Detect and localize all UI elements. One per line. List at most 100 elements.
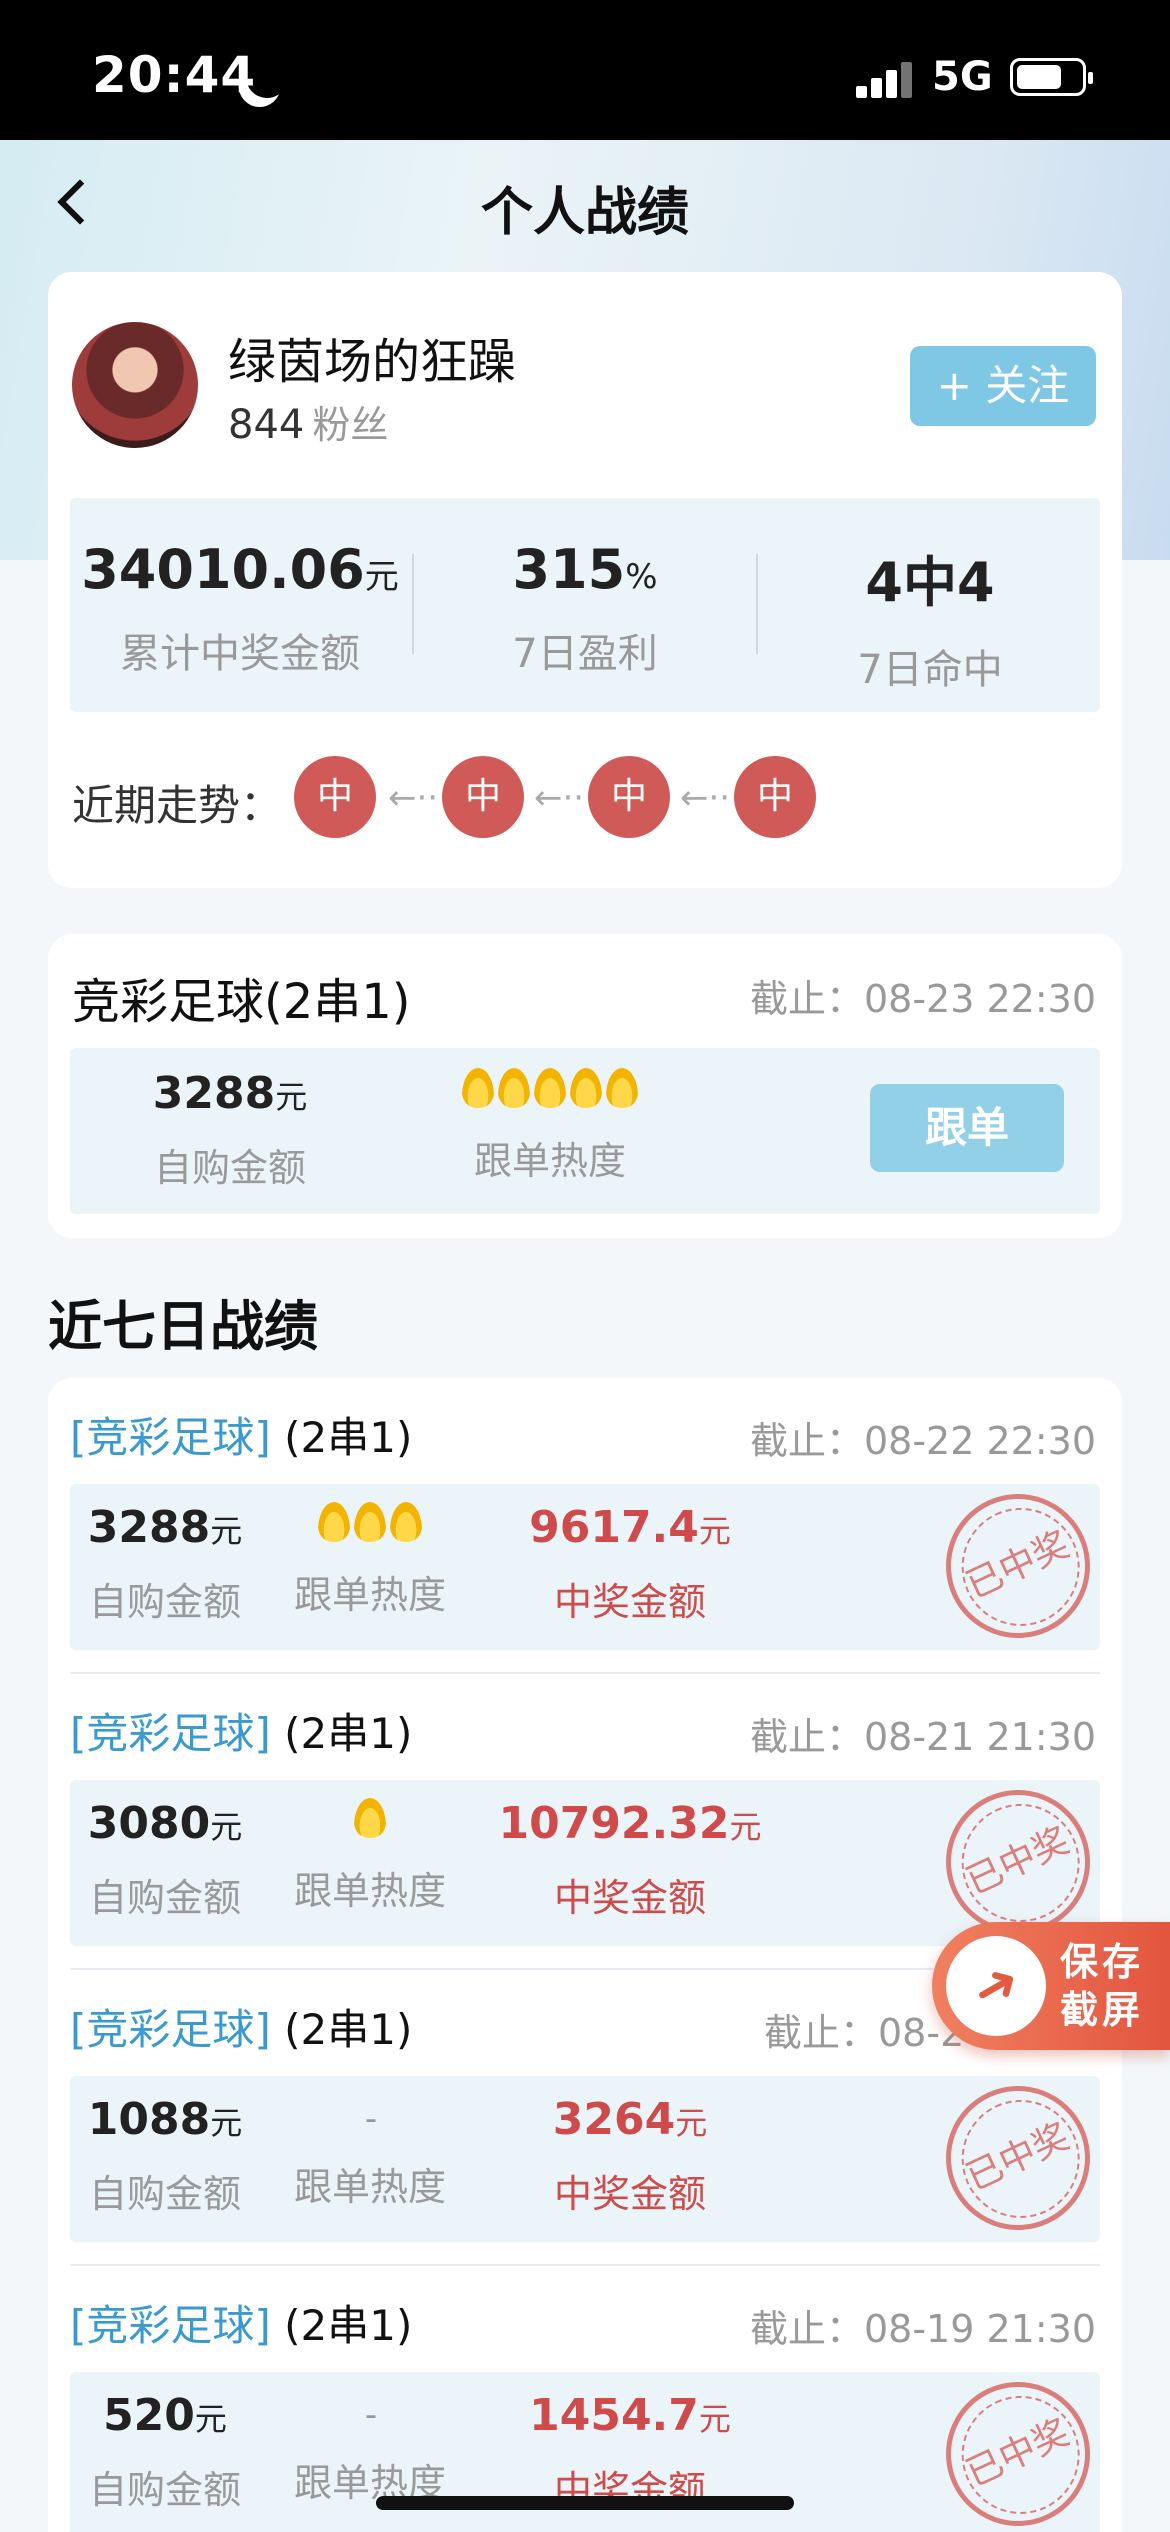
- record-title: [竞彩足球] (2串1): [70, 1996, 412, 2057]
- flame-icon: [390, 1502, 422, 1542]
- record-title: [竞彩足球] (2串1): [70, 1404, 412, 1465]
- amount-label: 自购金额: [88, 2468, 241, 2512]
- home-indicator: [376, 2496, 794, 2510]
- arrow-left-icon: ←··: [388, 778, 439, 818]
- profile-card: 绿茵场的狂躁 844 粉丝 + 关注 34010.06元 累计中奖金额 315% …: [48, 272, 1122, 888]
- win-value: 1454.7: [529, 2390, 699, 2441]
- battery-icon: [1010, 58, 1093, 96]
- winning-stamp: 已中奖: [922, 2358, 1114, 2532]
- flame-icon: [318, 1502, 350, 1542]
- stat-label: 累计中奖金额: [120, 631, 360, 677]
- stat-divider: [756, 554, 758, 654]
- record-tag: [竞彩足球]: [70, 2301, 271, 2350]
- record-deadline: 截止：08-19 21:30: [749, 2307, 1096, 2351]
- follow-heat: 跟单热度: [250, 1502, 490, 1619]
- record-title: [竞彩足球] (2串1): [70, 2292, 412, 2353]
- flame-icon: [354, 1798, 386, 1838]
- record-type: (2串1): [284, 1709, 413, 1758]
- amount-value: 3288: [152, 1068, 276, 1119]
- flame-icon: [534, 1068, 566, 1108]
- record-title: [竞彩足球] (2串1): [70, 1700, 412, 1761]
- purchase-amount: 3288元 自购金额: [130, 1068, 330, 1192]
- list-item[interactable]: [竞彩足球] (2串1) 截止：08-21 21:30 3080元 自购金额 跟…: [48, 1674, 1122, 1970]
- share-arrow-icon: [946, 1936, 1046, 2036]
- heat-label: 跟单热度: [293, 1573, 446, 1617]
- trend-dot: 中: [294, 756, 376, 838]
- win-label: 中奖金额: [553, 1876, 706, 1920]
- win-value: 9617.4: [529, 1502, 699, 1553]
- amount-unit: 元: [275, 1078, 308, 1116]
- fans-label: 粉丝: [312, 403, 389, 447]
- record-type: (2串1): [284, 1413, 413, 1462]
- flame-icons: [250, 1798, 490, 1848]
- section-title: 近七日战绩: [48, 1295, 318, 1358]
- trend-label: 近期走势：: [72, 781, 283, 830]
- flame-icons: [250, 1502, 490, 1552]
- status-bar: 20:44 5G: [0, 0, 1170, 140]
- list-item[interactable]: [竞彩足球] (2串1) 截止：08-19 21:30 520元 自购金额 - …: [48, 2266, 1122, 2532]
- flame-icon: [498, 1068, 530, 1108]
- record-tag: [竞彩足球]: [70, 2005, 271, 2054]
- trend-dot: 中: [734, 756, 816, 838]
- purchase-amount: 1088元 自购金额: [70, 2094, 260, 2218]
- win-unit: 元: [729, 1808, 762, 1846]
- record-deadline: 截止：08-21 21:30: [749, 1715, 1096, 1759]
- record-tag: [竞彩足球]: [70, 1709, 271, 1758]
- stat-total-win: 34010.06元 累计中奖金额: [70, 538, 410, 679]
- avatar[interactable]: [72, 322, 198, 448]
- win-unit: 元: [698, 2400, 731, 2438]
- save-screenshot-button[interactable]: 保存截屏: [932, 1922, 1170, 2050]
- arrow-left-icon: ←··: [680, 778, 731, 818]
- amount-unit: 元: [194, 2400, 227, 2438]
- trend-dot: 中: [442, 756, 524, 838]
- list-item[interactable]: [竞彩足球] (2串1) 截止：08-22 22:30 3288元 自购金额 跟…: [48, 1378, 1122, 1674]
- stat-divider: [412, 554, 414, 654]
- stat-7day-profit: 315% 7日盈利: [415, 538, 755, 679]
- win-amount: 3264元 中奖金额: [470, 2094, 790, 2218]
- flame-icon: [462, 1068, 494, 1108]
- win-label: 中奖金额: [553, 2172, 706, 2216]
- record-tag: [竞彩足球]: [70, 1413, 271, 1462]
- record-type: (2串1): [284, 2301, 413, 2350]
- amount-value: 3080: [87, 1798, 211, 1849]
- purchase-amount: 3080元 自购金额: [70, 1798, 260, 1922]
- follow-heat: - 跟单热度: [250, 2094, 490, 2211]
- amount-unit: 元: [210, 2104, 243, 2142]
- win-value: 10792.32: [498, 1798, 730, 1849]
- heat-label: 跟单热度: [473, 1139, 626, 1183]
- stat-7day-hit: 4中4 7日命中: [760, 538, 1100, 695]
- plan-title: 竞彩足球(2串1): [72, 974, 411, 1030]
- save-label-line2: 截屏: [1060, 1988, 1145, 2032]
- purchase-amount: 520元 自购金额: [70, 2390, 260, 2514]
- win-value: 3264: [552, 2094, 676, 2145]
- stat-label: 7日盈利: [512, 631, 658, 677]
- record-type: (2串1): [284, 2005, 413, 2054]
- follow-heat: 跟单热度: [250, 1798, 490, 1915]
- amount-label: 自购金额: [88, 1876, 241, 1920]
- follow-button[interactable]: + 关注: [910, 346, 1096, 426]
- current-plan-card[interactable]: 竞彩足球(2串1) 截止：08-23 22:30 3288元 自购金额 跟单热度…: [48, 934, 1122, 1238]
- win-amount: 9617.4元 中奖金额: [470, 1502, 790, 1626]
- record-summary: 1088元 自购金额 - 跟单热度 3264元 中奖金额 已中奖: [70, 2062, 1114, 2254]
- stat-label: 7日命中: [857, 647, 1003, 693]
- record-deadline: 截止：08-2: [764, 2011, 965, 2055]
- stat-value: 34010.06: [81, 538, 365, 601]
- flame-icon: [570, 1068, 602, 1108]
- fans-number: 844: [228, 402, 305, 448]
- status-time: 20:44: [92, 46, 257, 104]
- heat-label: 跟单热度: [293, 2165, 446, 2209]
- record-deadline: 截止：08-22 22:30: [749, 1419, 1096, 1463]
- stat-value: 315: [512, 538, 626, 601]
- nav-bar: 个人战绩: [0, 140, 1170, 270]
- winning-stamp: 已中奖: [922, 2062, 1114, 2254]
- stat-value: 4中4: [865, 551, 995, 614]
- amount-label: 自购金额: [153, 1146, 306, 1190]
- signal-icon: [856, 60, 914, 98]
- follow-order-button[interactable]: 跟单: [870, 1084, 1064, 1172]
- save-label-line1: 保存: [1060, 1940, 1145, 1984]
- flame-icons: [420, 1068, 680, 1118]
- plan-deadline: 截止：08-23 22:30: [749, 977, 1096, 1021]
- stats-panel: 34010.06元 累计中奖金额 315% 7日盈利 4中4 7日命中: [70, 498, 1100, 712]
- purchase-amount: 3288元 自购金额: [70, 1502, 260, 1626]
- flame-icon: [354, 1502, 386, 1542]
